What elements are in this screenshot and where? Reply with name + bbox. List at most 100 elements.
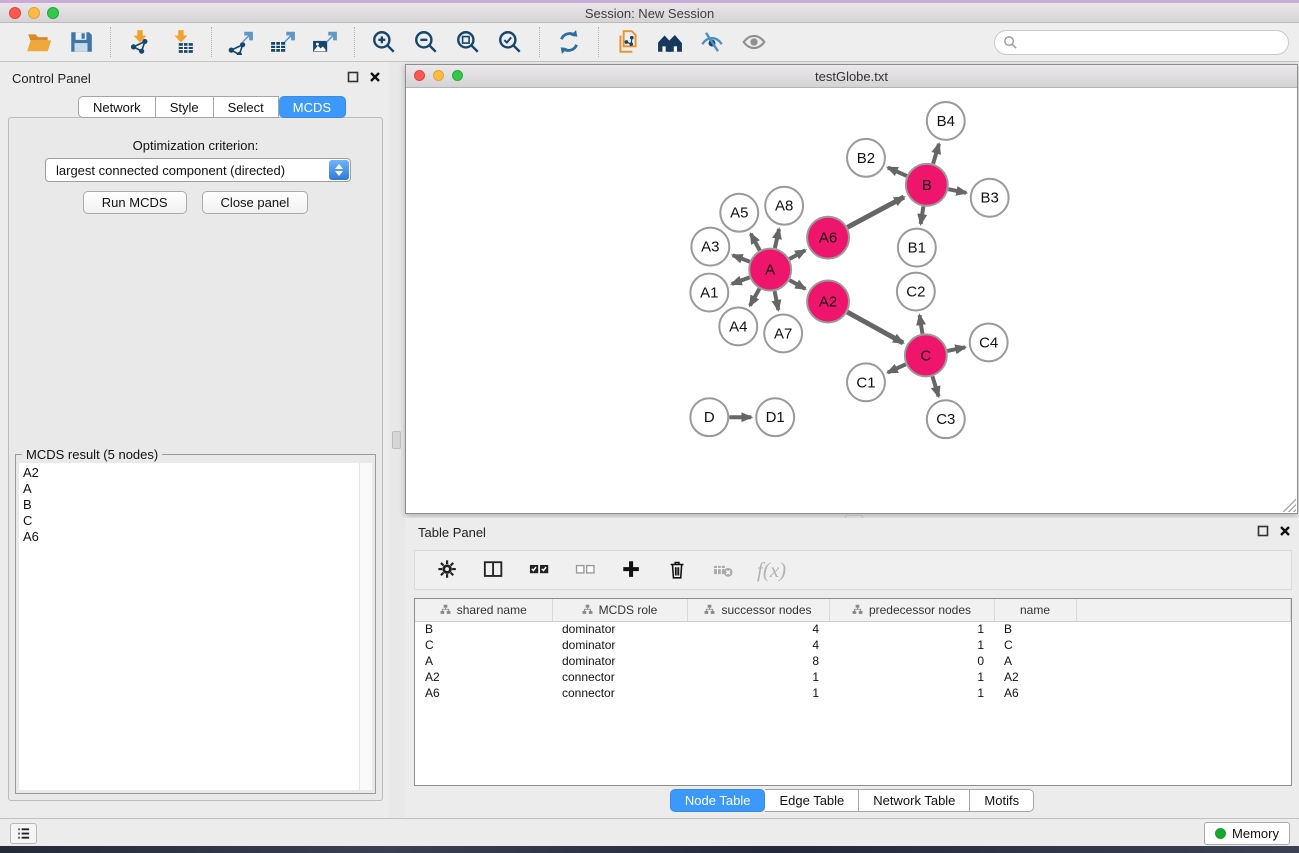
column-header-successor-nodes[interactable]: successor nodes: [687, 599, 829, 621]
graph-node-D[interactable]: D: [690, 398, 728, 436]
mcds-result-scrollbar[interactable]: [359, 463, 372, 790]
table-row[interactable]: A2connector11A2: [415, 669, 1291, 685]
run-mcds-button[interactable]: Run MCDS: [83, 191, 187, 214]
zoom-selected-button[interactable]: [495, 27, 525, 57]
graph-edge-A6-B[interactable]: [847, 197, 904, 227]
table-cell[interactable]: 1: [829, 637, 994, 653]
deselect-all-button[interactable]: [573, 557, 599, 583]
apply-layout-button[interactable]: [554, 27, 584, 57]
table-cell[interactable]: dominator: [552, 621, 687, 637]
graph-edge-B-B1[interactable]: [921, 206, 924, 224]
table-cell[interactable]: 4: [687, 637, 829, 653]
graph-node-B4[interactable]: B4: [927, 102, 965, 140]
graph-node-C2[interactable]: C2: [897, 273, 935, 311]
graph-node-D1[interactable]: D1: [756, 398, 794, 436]
tab-select[interactable]: Select: [214, 96, 279, 118]
table-cell[interactable]: 1: [829, 621, 994, 637]
graph-edge-B-B2[interactable]: [888, 168, 907, 176]
graph-node-A7[interactable]: A7: [764, 314, 802, 352]
export-network-button[interactable]: [226, 27, 256, 57]
graph-edge-A-A8[interactable]: [775, 229, 779, 248]
table-cell[interactable]: A: [415, 653, 552, 669]
zoom-fit-button[interactable]: [453, 27, 483, 57]
table-cell[interactable]: 1: [829, 685, 994, 701]
graph-edge-A2-C[interactable]: [847, 312, 903, 343]
table-row[interactable]: Bdominator41B: [415, 621, 1291, 637]
search-input[interactable]: [994, 30, 1289, 55]
graph-edge-B-B3[interactable]: [948, 189, 966, 193]
close-panel-icon[interactable]: [1279, 525, 1291, 537]
table-cell[interactable]: connector: [552, 669, 687, 685]
table-cell[interactable]: C: [415, 637, 552, 653]
select-all-button[interactable]: [527, 557, 553, 583]
graph-edge-C-C2[interactable]: [920, 315, 923, 334]
graph-edge-A-A3[interactable]: [733, 255, 750, 261]
table-cell[interactable]: 4: [687, 621, 829, 637]
graph-node-A2[interactable]: A2: [807, 281, 849, 323]
graph-edge-B-B4[interactable]: [933, 144, 939, 164]
graph-node-C4[interactable]: C4: [970, 323, 1008, 361]
tab-network[interactable]: Network: [78, 96, 156, 118]
zoom-in-button[interactable]: [369, 27, 399, 57]
table-cell[interactable]: A6: [994, 685, 1076, 701]
graph-node-C1[interactable]: C1: [847, 363, 885, 401]
graph-node-A8[interactable]: A8: [765, 187, 803, 225]
graph-node-A4[interactable]: A4: [719, 307, 757, 345]
split-panel-button[interactable]: [481, 557, 507, 583]
graph-edge-A-A7[interactable]: [775, 291, 779, 310]
table-cell[interactable]: A2: [994, 669, 1076, 685]
graph-edge-A-A6[interactable]: [789, 250, 805, 259]
column-header-name[interactable]: name: [994, 599, 1076, 621]
column-header-MCDS-role[interactable]: MCDS role: [552, 599, 687, 621]
tab-mcds[interactable]: MCDS: [279, 96, 346, 118]
graphics-details-button[interactable]: [697, 27, 727, 57]
mcds-result-item[interactable]: A2: [23, 465, 359, 481]
table-cell[interactable]: B: [415, 621, 552, 637]
show-hide-button[interactable]: [739, 27, 769, 57]
tab-node-table[interactable]: Node Table: [670, 789, 766, 812]
delete-column-button[interactable]: [665, 557, 691, 583]
graph-node-A[interactable]: A: [749, 249, 791, 291]
graph-edge-A-A2[interactable]: [789, 280, 805, 289]
column-header-shared-name[interactable]: shared name: [415, 599, 552, 621]
table-cell[interactable]: A: [994, 653, 1076, 669]
column-header-predecessor-nodes[interactable]: predecessor nodes: [829, 599, 994, 621]
home-view-button[interactable]: [655, 27, 685, 57]
optimization-criterion-select[interactable]: largest connected component (directed): [45, 158, 351, 182]
mcds-result-item[interactable]: A: [23, 481, 359, 497]
table-cell[interactable]: C: [994, 637, 1076, 653]
graph-node-B[interactable]: B: [906, 164, 948, 206]
table-cell[interactable]: 1: [687, 669, 829, 685]
mcds-result-item[interactable]: C: [23, 513, 359, 529]
graph-node-A3[interactable]: A3: [691, 228, 729, 266]
graph-edge-A-A4[interactable]: [750, 289, 759, 306]
open-file-button[interactable]: [24, 27, 54, 57]
function-builder-button[interactable]: f(x): [757, 558, 786, 583]
import-table-button[interactable]: [167, 27, 197, 57]
graph-node-B3[interactable]: B3: [971, 179, 1009, 217]
table-cell[interactable]: B: [994, 621, 1076, 637]
save-session-button[interactable]: [66, 27, 96, 57]
add-column-button[interactable]: [619, 557, 645, 583]
graph-node-A6[interactable]: A6: [807, 217, 849, 259]
table-cell[interactable]: dominator: [552, 653, 687, 669]
graph-node-C3[interactable]: C3: [927, 400, 965, 438]
tab-network-table[interactable]: Network Table: [859, 789, 970, 812]
table-row[interactable]: Cdominator41C: [415, 637, 1291, 653]
table-cell[interactable]: 1: [687, 685, 829, 701]
close-panel-icon[interactable]: [369, 71, 381, 83]
zoom-out-button[interactable]: [411, 27, 441, 57]
float-panel-icon[interactable]: [1257, 525, 1269, 537]
table-settings-button[interactable]: [435, 557, 461, 583]
table-cell[interactable]: A6: [415, 685, 552, 701]
graph-edge-C-C3[interactable]: [932, 376, 938, 396]
export-image-button[interactable]: [310, 27, 340, 57]
import-network-button[interactable]: [125, 27, 155, 57]
duplicate-network-button[interactable]: [613, 27, 643, 57]
table-cell[interactable]: A2: [415, 669, 552, 685]
table-cell[interactable]: 8: [687, 653, 829, 669]
vertical-splitter[interactable]: [389, 62, 405, 818]
table-cell[interactable]: dominator: [552, 637, 687, 653]
table-row[interactable]: Adominator80A: [415, 653, 1291, 669]
tab-edge-table[interactable]: Edge Table: [765, 789, 859, 812]
